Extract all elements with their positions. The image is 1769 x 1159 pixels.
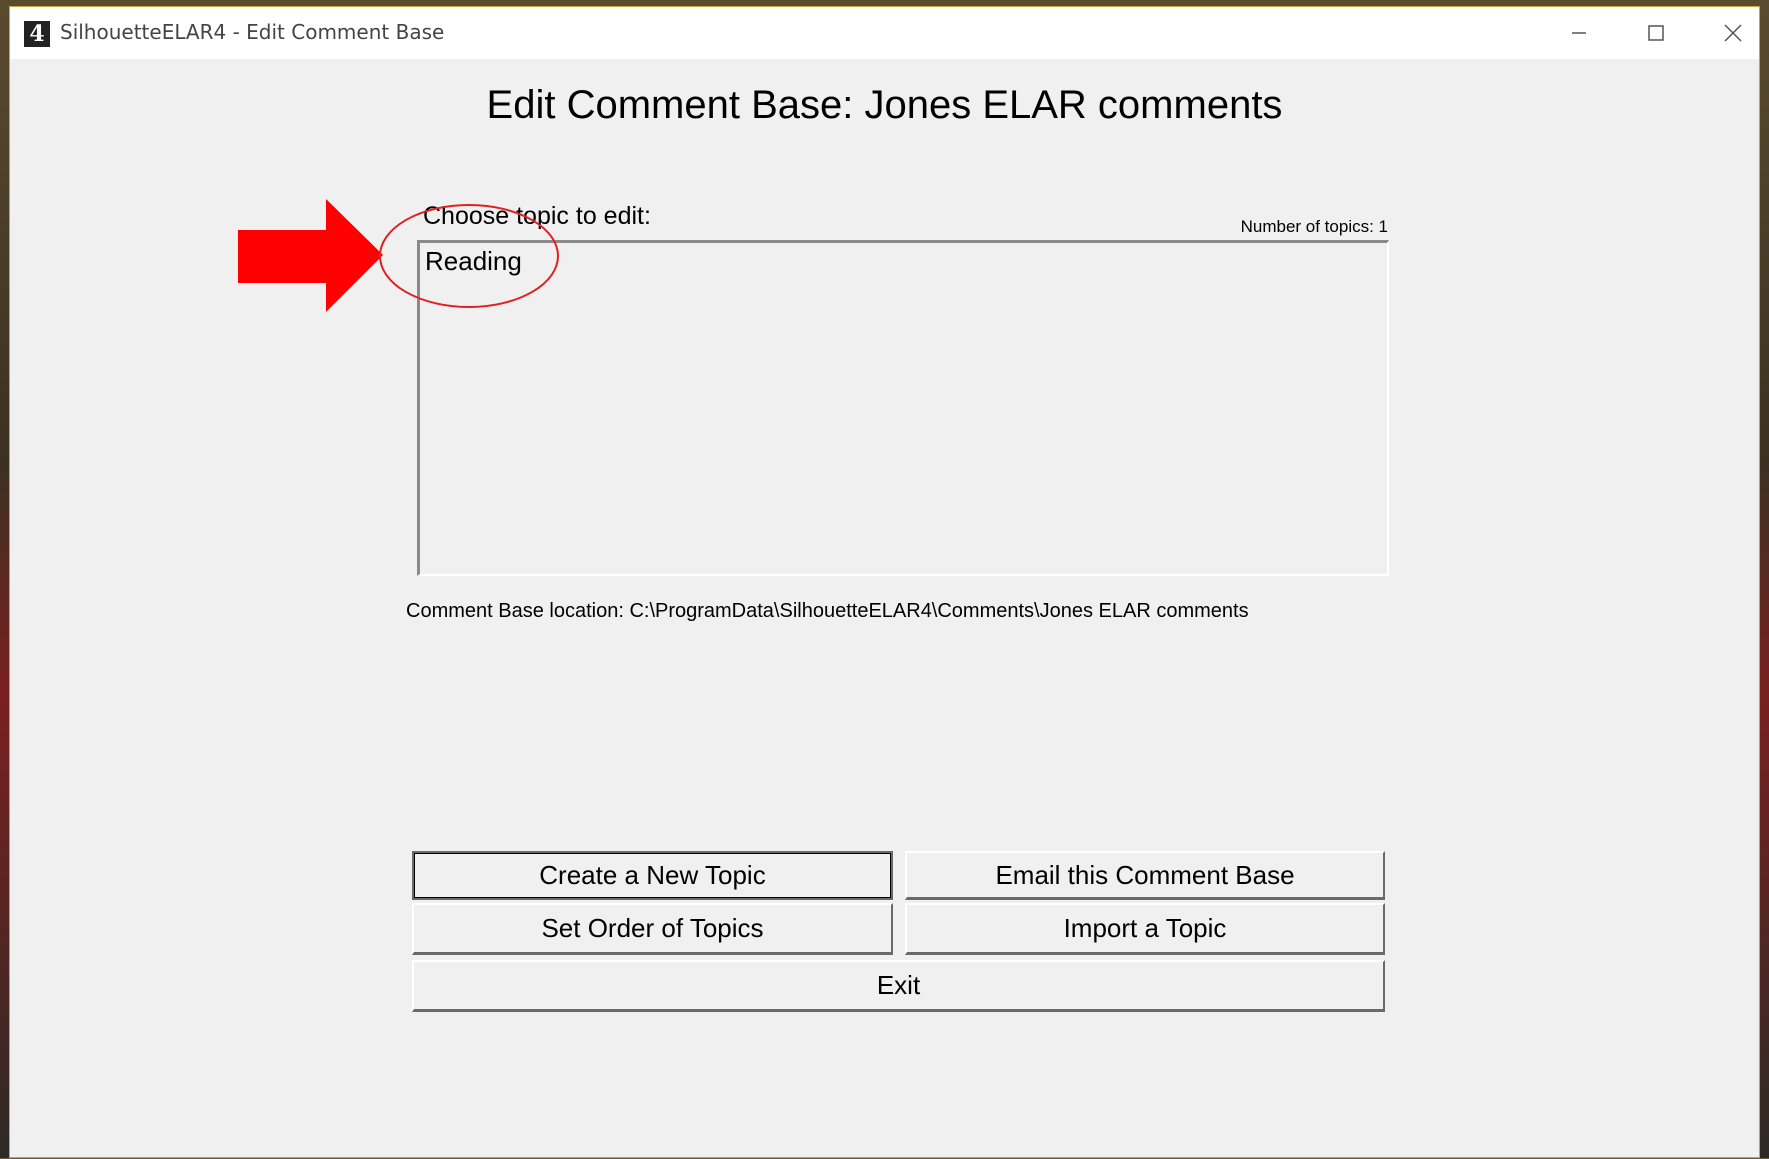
close-button[interactable] xyxy=(1707,15,1759,51)
exit-button[interactable]: Exit xyxy=(412,960,1385,1012)
maximize-button[interactable] xyxy=(1630,15,1682,51)
email-comment-base-button[interactable]: Email this Comment Base xyxy=(905,851,1385,900)
window-title: SilhouetteELAR4 - Edit Comment Base xyxy=(60,20,445,44)
list-item[interactable]: Reading xyxy=(425,246,522,277)
minimize-button[interactable] xyxy=(1553,15,1605,51)
topic-list[interactable]: Reading xyxy=(417,240,1389,576)
import-topic-button[interactable]: Import a Topic xyxy=(905,903,1385,955)
email-comment-base-label: Email this Comment Base xyxy=(995,860,1295,890)
minimize-icon xyxy=(1572,32,1586,34)
set-order-label: Set Order of Topics xyxy=(541,913,764,943)
create-topic-button[interactable]: Create a New Topic xyxy=(412,851,893,900)
comment-base-location: Comment Base location: C:\ProgramData\Si… xyxy=(406,600,1249,622)
set-order-button[interactable]: Set Order of Topics xyxy=(412,903,893,955)
topic-list-label: Choose topic to edit: xyxy=(423,202,651,230)
page-title: Edit Comment Base: Jones ELAR comments xyxy=(486,83,1283,127)
dialog-content: Edit Comment Base: Jones ELAR comments C… xyxy=(10,59,1759,1159)
import-topic-label: Import a Topic xyxy=(1063,913,1227,943)
maximize-icon xyxy=(1648,25,1664,41)
app-window: 4 SilhouetteELAR4 - Edit Comment Base Ed… xyxy=(9,6,1760,1158)
topic-count: Number of topics: 1 xyxy=(1240,217,1388,236)
title-bar[interactable]: 4 SilhouetteELAR4 - Edit Comment Base xyxy=(10,7,1759,59)
close-icon xyxy=(1724,24,1742,42)
create-topic-label: Create a New Topic xyxy=(539,860,766,890)
exit-label: Exit xyxy=(876,970,921,1000)
app-icon: 4 xyxy=(24,21,50,47)
